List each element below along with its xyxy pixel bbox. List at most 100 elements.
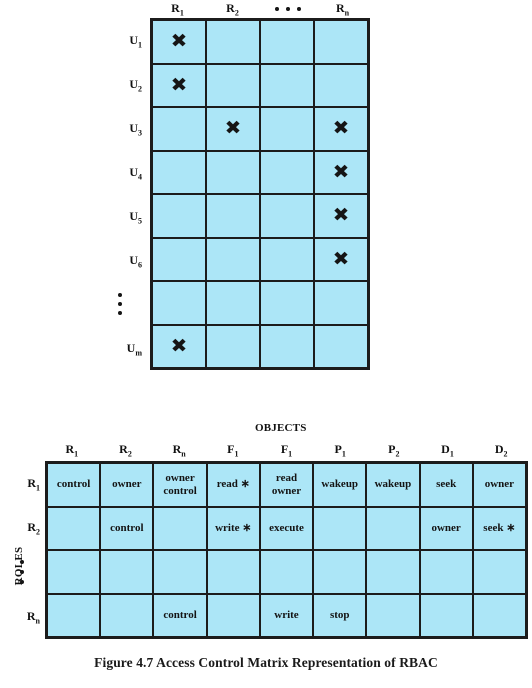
permission-cell-empty[interactable] (207, 594, 259, 636)
permission-cell-empty[interactable] (154, 551, 206, 593)
permission-cell-empty[interactable] (367, 507, 419, 549)
permission-cell-empty[interactable] (473, 551, 525, 593)
assignment-cell-empty[interactable] (261, 238, 313, 280)
assignment-cell-marked[interactable]: ✖ (315, 151, 367, 193)
lower-col-header-8: D2 (494, 442, 508, 459)
permission-cell[interactable]: stop (314, 594, 366, 636)
x-mark-icon: ✖ (332, 204, 350, 227)
permission-cell[interactable]: read ∗ (207, 464, 259, 506)
permission-cell[interactable]: owner (473, 464, 525, 506)
assignment-cell-marked[interactable]: ✖ (207, 108, 259, 150)
assignment-cell-empty[interactable] (315, 21, 367, 63)
lower-col-header-3: F1 (227, 442, 239, 459)
permission-cell[interactable]: owner (101, 464, 153, 506)
permission-cell[interactable]: owner control (154, 464, 206, 506)
assignment-cell-marked[interactable]: ✖ (315, 195, 367, 237)
lower-row-header-1: R2 (27, 520, 40, 537)
assignment-cell-empty[interactable] (207, 21, 259, 63)
permission-cell[interactable]: wakeup (367, 464, 419, 506)
assignment-cell-empty[interactable] (261, 108, 313, 150)
assignment-cell-marked[interactable]: ✖ (315, 238, 367, 280)
ellipsis-dots-icon (274, 7, 301, 16)
upper-row-header-7: Um (126, 340, 142, 357)
ellipsis-dots-icon (108, 293, 142, 315)
lower-col-header-7: D1 (441, 442, 454, 459)
upper-col-header-0: R1 (171, 1, 184, 18)
permission-cell-empty[interactable] (101, 551, 153, 593)
x-mark-icon: ✖ (332, 117, 350, 140)
lower-col-header-6: P2 (388, 442, 400, 459)
x-mark-icon: ✖ (332, 247, 350, 270)
permission-cell-empty[interactable] (473, 594, 525, 636)
assignment-cell-empty[interactable] (207, 64, 259, 106)
assignment-cell-empty[interactable] (315, 64, 367, 106)
assignment-cell-marked[interactable]: ✖ (315, 108, 367, 150)
permission-cell-empty[interactable] (48, 507, 100, 549)
assignment-cell-empty[interactable] (261, 151, 313, 193)
permission-cell-empty[interactable] (48, 594, 100, 636)
roles-to-objects-matrix: control owner owner control read ∗ read owne… (45, 461, 528, 639)
assignment-cell-marked[interactable]: ✖ (153, 21, 205, 63)
permission-cell-empty[interactable] (420, 551, 472, 593)
ellipsis-dots-icon (12, 560, 40, 585)
permission-cell-empty[interactable] (48, 551, 100, 593)
permission-cell[interactable]: owner (420, 507, 472, 549)
upper-row-header-6-ellipsis (108, 282, 146, 326)
permission-cell[interactable]: seek (420, 464, 472, 506)
permission-cell-empty[interactable] (154, 507, 206, 549)
permission-cell-empty[interactable] (420, 594, 472, 636)
x-mark-icon: ✖ (170, 30, 188, 53)
permission-cell-empty[interactable] (314, 507, 366, 549)
assignment-cell-marked[interactable]: ✖ (153, 325, 205, 367)
permission-cell[interactable]: write (260, 594, 313, 636)
lower-matrix-row-headers: R1 R2 Rn (12, 461, 44, 639)
upper-col-header-2-ellipsis (260, 0, 315, 18)
assignment-cell-empty[interactable] (261, 195, 313, 237)
assignment-cell-empty[interactable] (261, 21, 313, 63)
permission-cell[interactable]: write ∗ (207, 507, 259, 549)
assignment-cell-empty[interactable] (207, 325, 259, 367)
objects-axis-label: OBJECTS (255, 422, 307, 434)
x-mark-icon: ✖ (224, 117, 242, 140)
lower-col-header-0: R1 (65, 442, 79, 459)
x-mark-icon: ✖ (170, 73, 188, 96)
assignment-cell-empty[interactable] (153, 195, 205, 237)
assignment-cell-empty[interactable] (207, 282, 259, 324)
assignment-cell-marked[interactable]: ✖ (153, 64, 205, 106)
permission-cell[interactable]: control (48, 464, 100, 506)
permission-cell[interactable]: control (101, 507, 153, 549)
assignment-cell-empty[interactable] (153, 238, 205, 280)
upper-row-header-2: U3 (129, 120, 142, 137)
assignment-cell-empty[interactable] (207, 195, 259, 237)
permission-cell-empty[interactable] (367, 551, 419, 593)
permission-cell[interactable]: read owner (260, 464, 313, 506)
permission-cell[interactable]: control (154, 594, 206, 636)
permission-cell[interactable]: execute (260, 507, 313, 549)
permission-cell-empty[interactable] (367, 594, 419, 636)
permission-cell[interactable]: wakeup (314, 464, 366, 506)
assignment-cell-empty[interactable] (261, 282, 313, 324)
permission-cell[interactable]: seek ∗ (473, 507, 525, 549)
permission-cell-empty[interactable] (314, 551, 366, 593)
assignment-cell-empty[interactable] (153, 151, 205, 193)
lower-matrix-column-headers: R1 R2 Rn F1 F1 P1 P2 D1 D2 (45, 440, 528, 460)
lower-row-header-0: R1 (27, 475, 40, 493)
upper-matrix-column-headers: R1 R2 Rn (150, 0, 370, 18)
permission-cell-empty[interactable] (260, 551, 313, 593)
assignment-cell-empty[interactable] (207, 151, 259, 193)
assignment-cell-empty[interactable] (261, 325, 313, 367)
permission-cell-empty[interactable] (101, 594, 153, 636)
upper-col-header-1: R2 (226, 1, 239, 18)
assignment-cell-empty[interactable] (261, 64, 313, 106)
assignment-cell-empty[interactable] (153, 282, 205, 324)
permission-cell-empty[interactable] (207, 551, 259, 593)
upper-row-header-5: U6 (129, 252, 142, 269)
assignment-cell-empty[interactable] (315, 325, 367, 367)
assignment-cell-empty[interactable] (207, 238, 259, 280)
assignment-cell-empty[interactable] (153, 108, 205, 150)
users-to-roles-matrix: ✖ ✖ ✖ ✖ ✖ ✖ ✖ ✖ (150, 18, 370, 370)
upper-row-header-1: U2 (129, 76, 142, 93)
upper-matrix-row-headers: U1 U2 U3 U4 U5 U6 Um (108, 18, 146, 370)
lower-col-header-4: F1 (280, 442, 293, 459)
assignment-cell-empty[interactable] (315, 282, 367, 324)
